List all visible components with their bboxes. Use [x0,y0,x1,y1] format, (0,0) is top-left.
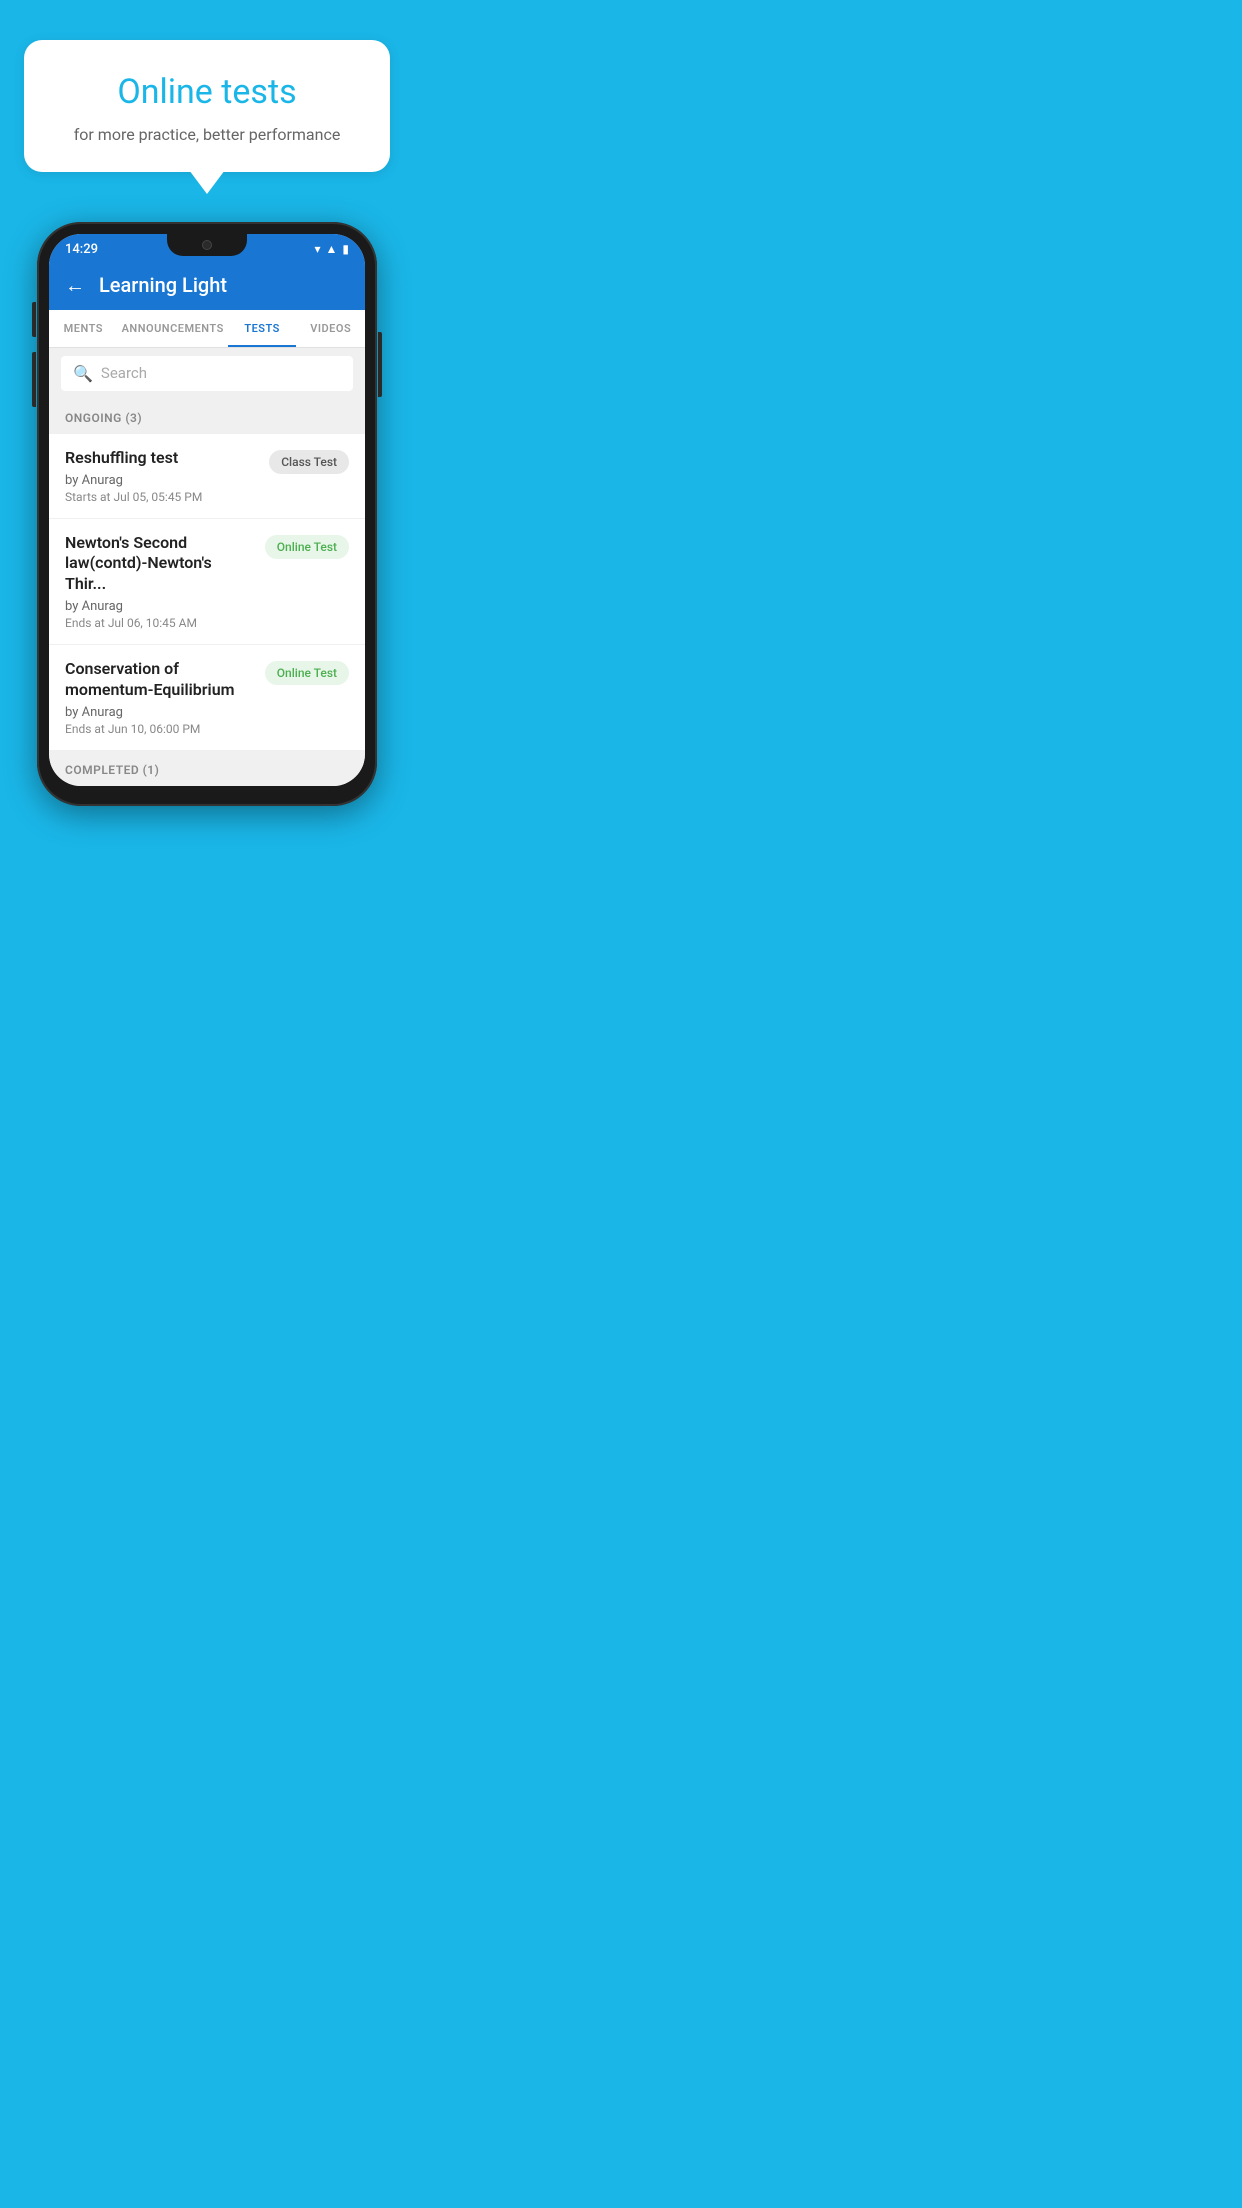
speech-bubble: Online tests for more practice, better p… [24,40,390,172]
test-name: Conservation of momentum-Equilibrium [65,659,255,701]
test-by: by Anurag [65,705,255,720]
search-icon: 🔍 [73,364,93,383]
completed-label: COMPLETED (1) [65,763,159,777]
test-badge-online: Online Test [265,535,349,559]
test-list: Reshuffling test by Anurag Starts at Jul… [49,434,365,751]
tab-announcements[interactable]: ANNOUNCEMENTS [118,310,228,347]
front-camera [202,240,212,250]
tab-tests[interactable]: TESTS [228,310,297,347]
back-button[interactable]: ← [65,273,85,298]
test-by: by Anurag [65,473,259,488]
test-name: Newton's Second law(contd)-Newton's Thir… [65,533,255,595]
volume-up-button [32,302,36,337]
test-name: Reshuffling test [65,448,259,469]
test-by: by Anurag [65,599,255,614]
test-badge-class: Class Test [269,450,349,474]
test-time: Ends at Jul 06, 10:45 AM [65,616,255,630]
status-icons: ▾ ▲ ▮ [314,242,349,256]
tab-bar: MENTS ANNOUNCEMENTS TESTS VIDEOS [49,310,365,348]
status-time: 14:29 [65,242,98,257]
test-info: Reshuffling test by Anurag Starts at Jul… [65,448,269,504]
test-item[interactable]: Conservation of momentum-Equilibrium by … [49,645,365,751]
ongoing-label: ONGOING (3) [65,411,142,425]
promo-subtitle: for more practice, better performance [54,125,360,144]
test-time: Ends at Jun 10, 06:00 PM [65,722,255,736]
completed-section-header: COMPLETED (1) [49,751,365,786]
test-item[interactable]: Newton's Second law(contd)-Newton's Thir… [49,519,365,645]
search-bar: 🔍 Search [49,348,365,399]
search-input-wrap[interactable]: 🔍 Search [61,356,353,391]
phone-notch [167,234,247,256]
tab-videos[interactable]: VIDEOS [296,310,365,347]
test-time: Starts at Jul 05, 05:45 PM [65,490,259,504]
battery-icon: ▮ [342,242,349,256]
signal-icon: ▲ [326,242,338,256]
power-button [378,332,382,397]
ongoing-section-header: ONGOING (3) [49,399,365,434]
volume-down-button [32,352,36,407]
app-header: ← Learning Light [49,263,365,310]
promo-section: Online tests for more practice, better p… [0,0,414,172]
test-item[interactable]: Reshuffling test by Anurag Starts at Jul… [49,434,365,519]
search-placeholder: Search [101,364,147,382]
phone-screen: 14:29 ▾ ▲ ▮ ← Learning Light MENTS ANNOU… [49,234,365,786]
app-title: Learning Light [99,273,227,297]
phone-mockup: 14:29 ▾ ▲ ▮ ← Learning Light MENTS ANNOU… [37,222,377,806]
phone-frame: 14:29 ▾ ▲ ▮ ← Learning Light MENTS ANNOU… [37,222,377,806]
test-info: Conservation of momentum-Equilibrium by … [65,659,265,736]
promo-title: Online tests [54,72,360,113]
test-badge-online-2: Online Test [265,661,349,685]
tab-ments[interactable]: MENTS [49,310,118,347]
wifi-icon: ▾ [314,242,320,256]
test-info: Newton's Second law(contd)-Newton's Thir… [65,533,265,630]
